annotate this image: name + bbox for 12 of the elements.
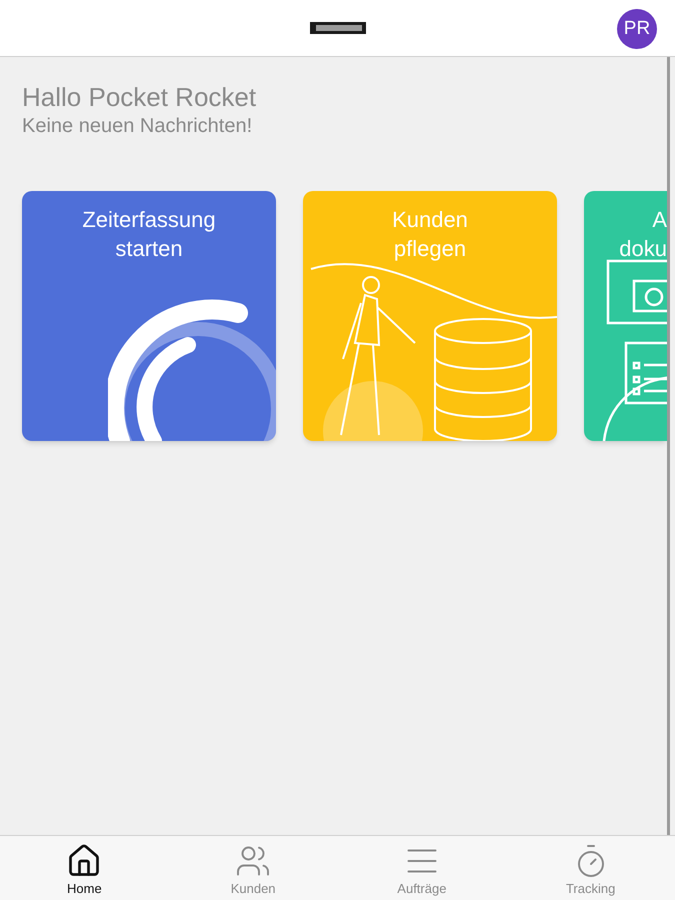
feature-card[interactable]: Zeiterfassung starten <box>22 191 276 441</box>
nav-tab[interactable]: Aufträge <box>338 836 506 900</box>
feature-card[interactable]: Kunden pflegen <box>303 191 557 441</box>
nav-tab[interactable]: Kunden <box>168 836 338 900</box>
feature-card[interactable]: A doku <box>584 191 667 441</box>
greeting-title: Hallo Pocket Rocket <box>22 81 258 113</box>
logo-icon <box>310 22 366 34</box>
nav-tab[interactable]: Home <box>0 836 169 900</box>
scrollbar[interactable] <box>667 57 670 835</box>
user-avatar[interactable]: PR <box>617 9 657 49</box>
nav-tab[interactable]: Tracking <box>506 836 675 900</box>
greeting-subtitle: Keine neuen Nachrichten! <box>22 114 254 139</box>
